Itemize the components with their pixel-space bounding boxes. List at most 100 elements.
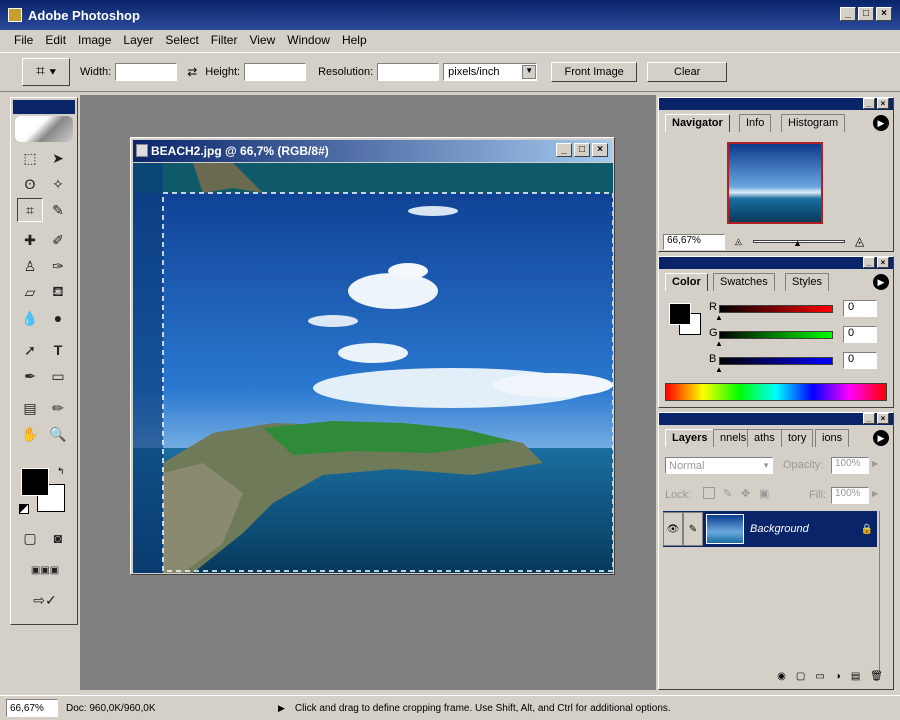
color-spectrum-bar[interactable] — [665, 383, 887, 401]
eye-icon[interactable]: 👁 — [663, 512, 683, 546]
color-menu-icon[interactable]: ▶ — [873, 274, 889, 290]
minimize-button[interactable]: _ — [840, 7, 856, 21]
swap-icon[interactable]: ⇄ — [187, 65, 197, 79]
channel-b-thumb-icon[interactable]: ▲ — [715, 365, 723, 374]
unit-select[interactable]: pixels/inch ▼ — [443, 63, 538, 81]
navigator-minimize-button[interactable]: _ — [863, 98, 875, 109]
move-tool-icon[interactable]: ➤ — [45, 146, 71, 170]
layer-row-background[interactable]: 👁 ✎ Background 🔒 — [663, 511, 877, 547]
eraser-tool-icon[interactable]: ▱ — [17, 280, 43, 304]
add-mask-icon[interactable]: ▢ — [796, 671, 805, 687]
channel-g-input[interactable]: 0 — [843, 326, 877, 343]
zoom-slider-thumb-icon[interactable]: ▲ — [793, 238, 802, 248]
tool-preset-picker[interactable]: ⌗ ▾ — [22, 58, 70, 86]
slice-tool-icon[interactable]: ✎ — [45, 198, 71, 222]
menu-window[interactable]: Window — [281, 33, 336, 47]
standard-mode-icon[interactable]: ▢ — [17, 526, 43, 550]
delete-layer-icon[interactable]: 🗑 — [870, 671, 883, 687]
status-arrow-icon[interactable]: ▶ — [278, 703, 285, 714]
menu-help[interactable]: Help — [336, 33, 373, 47]
height-input[interactable] — [244, 63, 307, 81]
tab-info[interactable]: Info — [739, 114, 772, 132]
lock-all-icon[interactable]: ▣ — [759, 487, 769, 500]
tab-layers[interactable]: Layers — [665, 429, 715, 447]
menu-edit[interactable]: Edit — [39, 33, 72, 47]
navigator-zoom-input[interactable]: 66,67% — [663, 234, 725, 250]
tab-history[interactable]: tory — [781, 429, 814, 447]
paint-bucket-icon[interactable]: ⛾ — [45, 280, 71, 304]
resolution-input[interactable] — [377, 63, 440, 81]
menu-file[interactable]: File — [8, 33, 39, 47]
menu-filter[interactable]: Filter — [205, 33, 244, 47]
clone-stamp-icon[interactable]: ♙ — [17, 254, 43, 278]
tab-swatches[interactable]: Swatches — [713, 273, 775, 291]
add-style-icon[interactable]: ◉ — [777, 671, 786, 687]
tab-actions[interactable]: ions — [815, 429, 850, 447]
path-selection-icon[interactable]: ➚ — [17, 338, 43, 362]
opacity-input[interactable]: 100% — [831, 457, 869, 474]
tab-color[interactable]: Color — [665, 273, 708, 291]
default-colors-icon[interactable] — [19, 504, 29, 514]
fill-arrow-icon[interactable]: ▶ — [872, 489, 878, 498]
fill-input[interactable]: 100% — [831, 487, 869, 504]
crop-tool-icon[interactable]: ⌗ — [17, 198, 43, 222]
menu-layer[interactable]: Layer — [117, 33, 159, 47]
opacity-arrow-icon[interactable]: ▶ — [872, 459, 878, 468]
jump-to-imageready-icon[interactable]: ⇨✓ — [17, 588, 73, 612]
lock-transparency-icon[interactable] — [703, 487, 715, 499]
history-brush-icon[interactable]: ✑ — [45, 254, 71, 278]
clear-button[interactable]: Clear — [647, 62, 728, 82]
channel-r-input[interactable]: 0 — [843, 300, 877, 317]
color-fg-swatch[interactable] — [669, 303, 691, 325]
document-canvas[interactable] — [133, 163, 613, 573]
lasso-tool-icon[interactable]: ʘ — [17, 172, 43, 196]
lock-brush-icon[interactable]: ✎ — [723, 487, 732, 500]
channel-g-slider[interactable] — [719, 331, 833, 339]
swap-colors-icon[interactable]: ↰ — [57, 466, 65, 477]
channel-b-input[interactable]: 0 — [843, 352, 877, 369]
width-input[interactable] — [115, 63, 178, 81]
eyedropper-icon[interactable]: ✏ — [45, 396, 71, 420]
menu-select[interactable]: Select — [159, 33, 204, 47]
screen-mode-icon[interactable]: ▣▣▣ — [17, 558, 73, 582]
brush-tool-icon[interactable]: ✐ — [45, 228, 71, 252]
type-tool-icon[interactable]: T — [45, 338, 71, 362]
foreground-color-swatch[interactable] — [21, 468, 49, 496]
menu-image[interactable]: Image — [72, 33, 117, 47]
adjustment-layer-icon[interactable]: ◑ — [835, 671, 841, 687]
status-zoom-field[interactable]: 66,67% — [6, 699, 58, 717]
channel-r-thumb-icon[interactable]: ▲ — [715, 313, 723, 322]
navigator-menu-icon[interactable]: ▶ — [873, 115, 889, 131]
lock-move-icon[interactable]: ✥ — [741, 487, 750, 500]
doc-minimize-button[interactable]: _ — [556, 143, 572, 157]
channel-g-thumb-icon[interactable]: ▲ — [715, 339, 723, 348]
zoom-in-icon[interactable]: ◬ — [855, 234, 864, 248]
pen-tool-icon[interactable]: ✒ — [17, 364, 43, 388]
front-image-button[interactable]: Front Image — [551, 62, 638, 82]
shape-tool-icon[interactable]: ▭ — [45, 364, 71, 388]
new-layer-icon[interactable]: ▤ — [851, 671, 860, 687]
color-close-button[interactable]: × — [877, 257, 889, 268]
hand-tool-icon[interactable]: ✋ — [17, 422, 43, 446]
magic-wand-icon[interactable]: ✧ — [45, 172, 71, 196]
quick-mask-icon[interactable]: ◙ — [45, 526, 71, 550]
doc-maximize-button[interactable]: □ — [574, 143, 590, 157]
zoom-tool-icon[interactable]: 🔍 — [45, 422, 71, 446]
menu-view[interactable]: View — [243, 33, 281, 47]
navigator-close-button[interactable]: × — [877, 98, 889, 109]
notes-tool-icon[interactable]: ▤ — [17, 396, 43, 420]
layers-scrollbar[interactable] — [879, 511, 891, 671]
dodge-tool-icon[interactable]: ● — [45, 306, 71, 330]
color-minimize-button[interactable]: _ — [863, 257, 875, 268]
tab-paths[interactable]: aths — [747, 429, 782, 447]
channel-b-slider[interactable] — [719, 357, 833, 365]
layers-menu-icon[interactable]: ▶ — [873, 430, 889, 446]
doc-close-button[interactable]: × — [592, 143, 608, 157]
blend-mode-select[interactable]: Normal ▼ — [665, 457, 773, 474]
zoom-out-icon[interactable]: ◬ — [735, 236, 742, 247]
layers-close-button[interactable]: × — [877, 413, 889, 424]
close-button[interactable]: × — [876, 7, 892, 21]
tab-histogram[interactable]: Histogram — [781, 114, 846, 132]
new-set-icon[interactable]: ▭ — [815, 671, 824, 687]
healing-brush-icon[interactable]: ✚ — [17, 228, 43, 252]
